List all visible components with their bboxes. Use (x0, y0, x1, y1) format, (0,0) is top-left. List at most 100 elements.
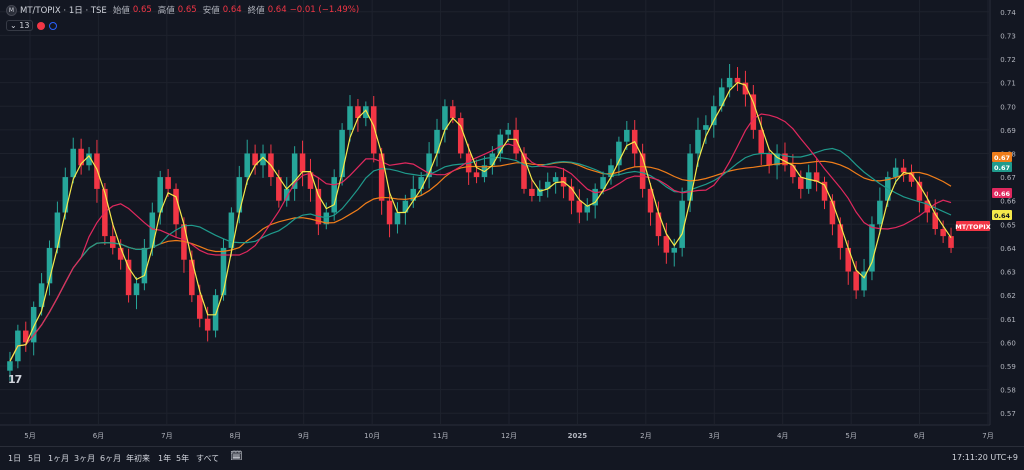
tf-5d[interactable]: 5日 (28, 453, 41, 464)
candle-body (347, 106, 353, 130)
alert-icon[interactable] (37, 21, 46, 30)
candle-body (798, 177, 804, 189)
candle-body (750, 94, 757, 130)
x-tick-label: 9月 (298, 432, 309, 440)
low-label: 安値 (202, 6, 220, 16)
y-tick-label: 0.73 (1000, 32, 1016, 40)
chart-window: 0.57 0.58 0.59 0.60 0.61 0.62 0.63 0.64 0.65 0.66… (0, 0, 1024, 470)
tf-1y[interactable]: 1年 (158, 453, 171, 464)
tf-3m[interactable]: 3ヶ月 (74, 453, 95, 464)
tf-1m[interactable]: 1ヶ月 (48, 453, 69, 464)
candle-body (62, 177, 69, 213)
tf-5y[interactable]: 5年 (176, 453, 189, 464)
settings-icon[interactable] (49, 21, 58, 30)
y-tick-label: 0.65 (1000, 221, 1016, 229)
candle-body (370, 106, 377, 154)
candle-body (576, 200, 583, 213)
candle-body (133, 283, 140, 296)
candle-body (940, 229, 946, 237)
ma-orange-line (9, 160, 952, 362)
symbol-header: M MT/TOPIX · 1日 · TSE 始値 0.65 高値 0.65 安値 0.… (6, 4, 359, 16)
open-value: 0.65 (132, 5, 152, 15)
y-tick-label: 0.57 (1000, 410, 1016, 418)
candle-body (948, 236, 954, 248)
candle-body (703, 125, 709, 130)
y-tick-label: 0.59 (1000, 363, 1016, 371)
y-tick-label: 0.70 (1000, 103, 1016, 111)
symbol-title[interactable]: MT/TOPIX · 1日 · TSE (20, 4, 107, 16)
x-tick-label: 2月 (640, 432, 651, 440)
tf-6m[interactable]: 6ヶ月 (100, 453, 121, 464)
x-tick-label: 5月 (24, 432, 35, 440)
candle-body (109, 236, 116, 248)
candle-body (853, 271, 859, 291)
price-label-text: 0.64 (994, 212, 1011, 220)
y-tick-label: 0.66 (1000, 198, 1016, 206)
candle-body (7, 361, 13, 371)
candle-body (537, 188, 543, 196)
candle-body (766, 153, 772, 166)
candle-body (125, 259, 132, 296)
x-tick-label: 12月 (501, 432, 517, 440)
candle-body (244, 153, 250, 178)
candle-body (726, 77, 733, 88)
candle-body (624, 129, 630, 142)
y-tick-label: 0.61 (1000, 316, 1016, 324)
candle-body (434, 129, 440, 154)
tf-ytd[interactable]: 年初来 (126, 453, 150, 464)
candle-body (54, 212, 61, 248)
x-tick-label: 3月 (709, 432, 720, 440)
candle-body (165, 177, 171, 189)
y-tick-label: 0.60 (1000, 339, 1016, 347)
open-label: 始値 (112, 6, 130, 16)
tf-1d[interactable]: 1日 (8, 453, 21, 464)
candle-body (204, 318, 211, 331)
candle-body (141, 247, 148, 284)
y-tick-label: 0.71 (1000, 80, 1016, 88)
candle-body (386, 200, 393, 225)
candle-body (845, 247, 852, 272)
price-label-text: 0.67 (994, 154, 1010, 162)
candle-body (394, 212, 401, 225)
x-tick-label: 11月 (433, 432, 449, 440)
tf-all[interactable]: すべて (196, 453, 219, 464)
close-label: 終値 (247, 6, 265, 16)
candle-body (892, 167, 899, 178)
bottom-toolbar: 1日 5日 1ヶ月 3ヶ月 6ヶ月 年初来 1年 5年 すべて 🗓 17:11:… (0, 446, 1024, 470)
y-tick-label: 0.69 (1000, 127, 1016, 135)
candle-body (869, 224, 875, 272)
y-tick-label: 0.64 (1000, 245, 1016, 253)
candle-body (805, 172, 812, 189)
x-tick-label: 2025 (568, 432, 588, 440)
x-tick-label: 6月 (93, 432, 104, 440)
y-tick-label: 0.67 (1000, 174, 1016, 182)
chart-canvas[interactable]: 0.570.580.590.600.610.620.630.640.650.66… (0, 0, 1024, 469)
candle-body (402, 200, 409, 213)
y-tick-label: 0.58 (1000, 387, 1016, 395)
candle-body (711, 106, 717, 126)
y-tick-label: 0.62 (1000, 292, 1016, 300)
candle-body (418, 177, 424, 189)
candle-body (734, 77, 741, 83)
price-label-text: MT/TOPIX (955, 223, 990, 231)
indicator-bar[interactable]: ⌄ 13 (6, 20, 58, 31)
candle-body (552, 177, 559, 182)
close-value: 0.64 (267, 5, 287, 15)
calendar-icon[interactable]: 🗓 (230, 451, 243, 462)
indicator-toggle[interactable]: ⌄ 13 (6, 20, 34, 31)
y-tick-label: 0.74 (1000, 9, 1016, 17)
candle-body (450, 106, 456, 119)
candle-body (663, 236, 670, 253)
candle-body (529, 188, 535, 196)
y-tick-label: 0.72 (1000, 56, 1016, 64)
candle-body (829, 200, 836, 225)
candle-body (655, 212, 662, 237)
candle-body (70, 148, 76, 178)
candle-body (473, 172, 480, 178)
high-label: 高値 (157, 6, 175, 16)
candle-body (877, 200, 883, 225)
clock: 17:11:20 UTC+9 (951, 453, 1018, 462)
candle-body (489, 153, 496, 166)
tradingview-logo-icon: 17 (8, 373, 22, 386)
price-label-text: 0.67 (994, 164, 1010, 172)
